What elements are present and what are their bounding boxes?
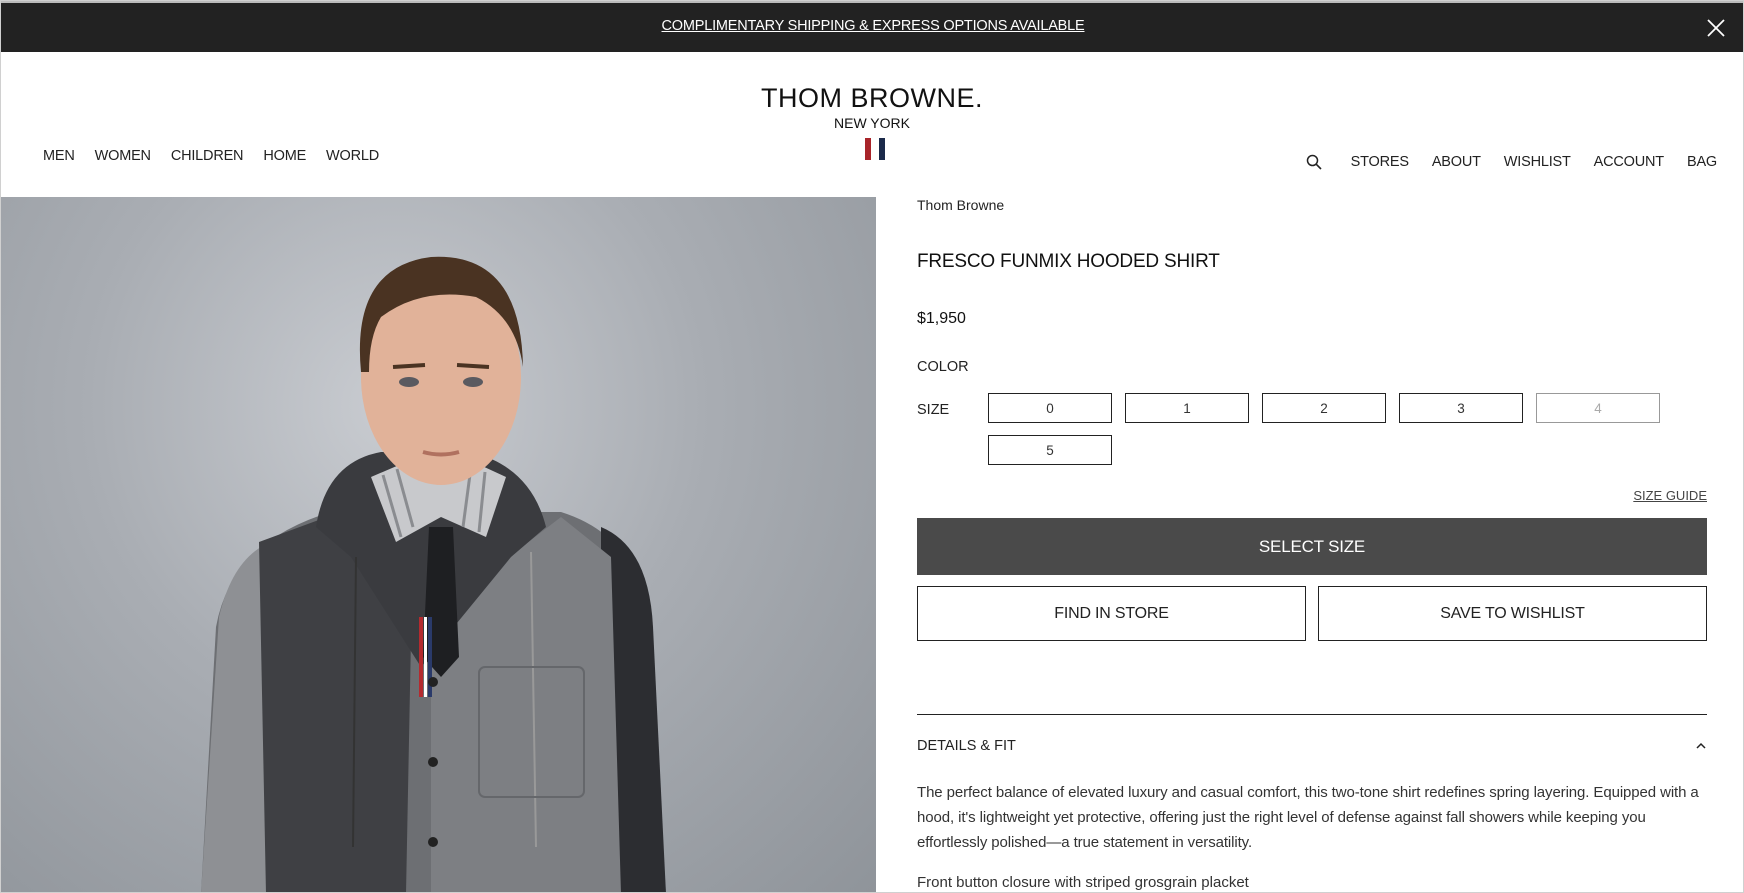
nav-about[interactable]: ABOUT: [1432, 154, 1481, 170]
promo-banner: COMPLIMENTARY SHIPPING & EXPRESS OPTIONS…: [1, 1, 1743, 52]
nav-stores[interactable]: STORES: [1351, 154, 1409, 170]
find-in-store-button[interactable]: FIND IN STORE: [917, 586, 1306, 641]
section-divider: [917, 714, 1707, 715]
utility-nav: STORES ABOUT WISHLIST ACCOUNT BAG: [1306, 154, 1717, 170]
size-label: SIZE: [917, 402, 950, 418]
logo-location: NEW YORK: [834, 115, 910, 131]
site-logo[interactable]: THOM BROWNE. NEW YORK: [1, 83, 1743, 131]
nav-wishlist[interactable]: WISHLIST: [1504, 154, 1571, 170]
product-brand[interactable]: Thom Browne: [917, 197, 1004, 213]
nav-women[interactable]: WOMEN: [95, 148, 151, 164]
nav-bag[interactable]: BAG: [1687, 154, 1717, 170]
size-options: 01234 5: [988, 393, 1688, 465]
size-option-3[interactable]: 3: [1399, 393, 1523, 423]
product-description: The perfect balance of elevated luxury a…: [917, 784, 1699, 851]
product-title: FRESCO FUNMIX HOODED SHIRT: [917, 251, 1220, 272]
product-image[interactable]: [1, 197, 876, 892]
model-illustration: [201, 256, 666, 892]
page-frame: COMPLIMENTARY SHIPPING & EXPRESS OPTIONS…: [0, 0, 1744, 893]
secondary-actions: FIND IN STORE SAVE TO WISHLIST: [917, 586, 1707, 641]
main-nav: MEN WOMEN CHILDREN HOME WORLD: [43, 148, 379, 164]
product-feature: Front button closure with striped grosgr…: [917, 874, 1249, 891]
size-guide-link[interactable]: SIZE GUIDE: [1633, 488, 1707, 503]
nav-account[interactable]: ACCOUNT: [1594, 154, 1664, 170]
save-to-wishlist-button[interactable]: SAVE TO WISHLIST: [1318, 586, 1707, 641]
size-option-0[interactable]: 0: [988, 393, 1112, 423]
search-icon[interactable]: [1306, 154, 1322, 170]
logo-stripes-icon: [865, 138, 887, 160]
close-icon[interactable]: [1705, 17, 1727, 39]
size-option-5[interactable]: 5: [988, 435, 1112, 465]
nav-men[interactable]: MEN: [43, 148, 75, 164]
nav-home[interactable]: HOME: [263, 148, 306, 164]
color-label: COLOR: [917, 359, 969, 375]
size-option-4[interactable]: 4: [1536, 393, 1660, 423]
details-title: DETAILS & FIT: [917, 738, 1016, 754]
nav-world[interactable]: WORLD: [326, 148, 379, 164]
logo-wordmark: THOM BROWNE.: [761, 83, 983, 113]
promo-banner-link[interactable]: COMPLIMENTARY SHIPPING & EXPRESS OPTIONS…: [1, 18, 1743, 34]
details-accordion-header[interactable]: DETAILS & FIT: [917, 738, 1707, 754]
product-price: $1,950: [917, 310, 966, 327]
size-option-1[interactable]: 1: [1125, 393, 1249, 423]
chevron-up-icon[interactable]: [1695, 740, 1707, 752]
size-option-2[interactable]: 2: [1262, 393, 1386, 423]
nav-children[interactable]: CHILDREN: [171, 148, 244, 164]
select-size-button[interactable]: SELECT SIZE: [917, 518, 1707, 575]
